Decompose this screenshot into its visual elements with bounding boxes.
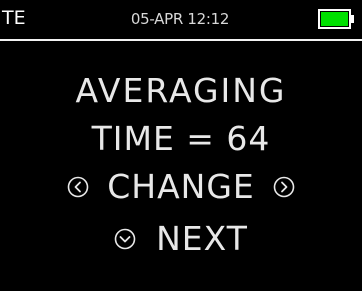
status-divider (0, 39, 362, 41)
date-time: 05-APR 12:12 (130, 10, 230, 28)
chevron-right-circle-icon[interactable] (273, 176, 295, 198)
change-label: CHANGE (107, 167, 255, 206)
chevron-down-circle-icon[interactable] (114, 228, 136, 250)
battery-full-icon (318, 9, 354, 29)
next-label: NEXT (156, 219, 248, 258)
averaging-heading: AVERAGING (75, 71, 287, 110)
device-screen: TE 05-APR 12:12 AVERAGING TIME = 64 CHAN… (0, 0, 362, 291)
status-bar: TE 05-APR 12:12 (0, 0, 362, 39)
change-row: CHANGE (0, 167, 362, 207)
mode-indicator: TE (2, 7, 26, 29)
averaging-time-value: TIME = 64 (91, 119, 271, 158)
next-row[interactable]: NEXT (0, 219, 362, 259)
chevron-left-circle-icon[interactable] (67, 176, 89, 198)
